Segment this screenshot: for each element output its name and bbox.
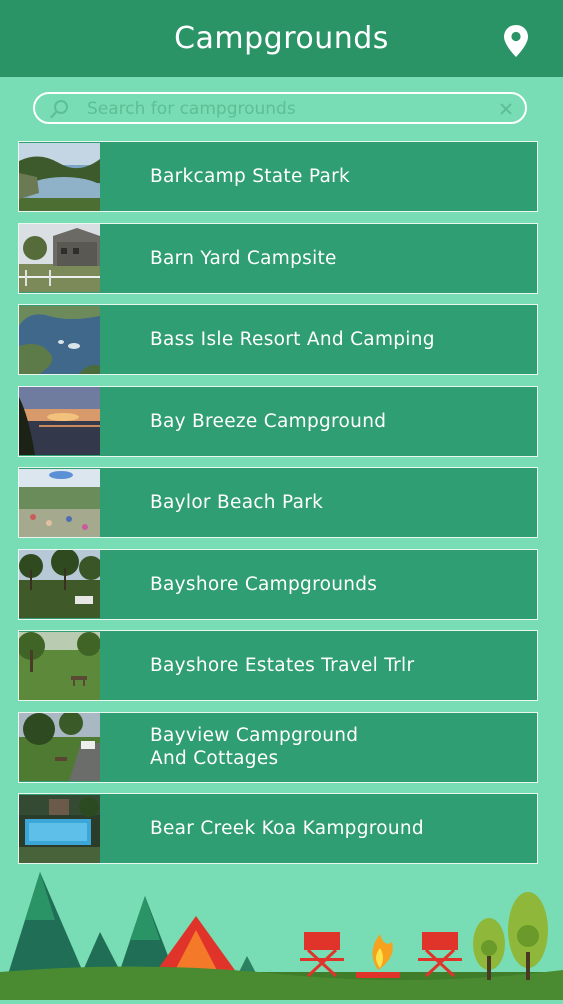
location-pin-icon[interactable]	[502, 24, 530, 58]
campground-name: Bayview Campground And Cottages	[150, 725, 359, 769]
beach-thumbnail	[19, 468, 100, 537]
search-input[interactable]	[85, 96, 489, 122]
campground-list: Barkcamp State Park Barn Yard Campsite B…	[18, 141, 538, 864]
campground-name: Bay Breeze Campground	[150, 410, 387, 432]
campground-name: Bayshore Campgrounds	[150, 573, 378, 595]
page-title: Campgrounds	[174, 21, 389, 56]
campground-list-item[interactable]: Bayshore Campgrounds	[18, 548, 538, 620]
campground-list-item[interactable]: Bayview Campground And Cottages	[18, 711, 538, 783]
trees-thumbnail	[19, 550, 100, 618]
campground-name: Bayshore Estates Travel Trlr	[150, 655, 415, 676]
sunset-thumbnail	[19, 387, 100, 455]
app-header: Campgrounds	[0, 0, 563, 77]
lake-thumbnail	[19, 142, 100, 211]
campground-list-item[interactable]: Bear Creek Koa Kampground	[18, 793, 538, 864]
pool-thumbnail	[19, 794, 100, 863]
campground-name: Bear Creek Koa Kampground	[150, 818, 424, 839]
campground-list-item[interactable]: Barn Yard Campsite	[18, 222, 538, 294]
campground-list-item[interactable]: Bayshore Estates Travel Trlr	[18, 630, 538, 701]
clear-search-icon[interactable]	[499, 101, 513, 115]
campground-list-item[interactable]: Bay Breeze Campground	[18, 385, 538, 457]
campground-name: Barkcamp State Park	[150, 166, 351, 187]
camp-chair-right-icon	[418, 932, 462, 978]
campfire-icon	[356, 934, 400, 978]
campground-list-item[interactable]: Barkcamp State Park	[18, 141, 538, 212]
camping-scene-illustration	[0, 860, 563, 1000]
tree-icon	[473, 892, 548, 980]
campground-name: Bass Isle Resort And Camping	[150, 329, 435, 350]
search-icon	[49, 98, 71, 120]
road-thumbnail	[19, 713, 100, 781]
campground-list-item[interactable]: Bass Isle Resort And Camping	[18, 304, 538, 375]
campground-list-item[interactable]: Baylor Beach Park	[18, 467, 538, 538]
search-bar	[33, 92, 527, 124]
park-thumbnail	[19, 631, 100, 700]
campground-name: Barn Yard Campsite	[150, 247, 337, 269]
campground-name: Baylor Beach Park	[150, 492, 324, 513]
aerial-lake-thumbnail	[19, 305, 100, 374]
camp-chair-left-icon	[300, 932, 344, 978]
barn-thumbnail	[19, 224, 100, 292]
